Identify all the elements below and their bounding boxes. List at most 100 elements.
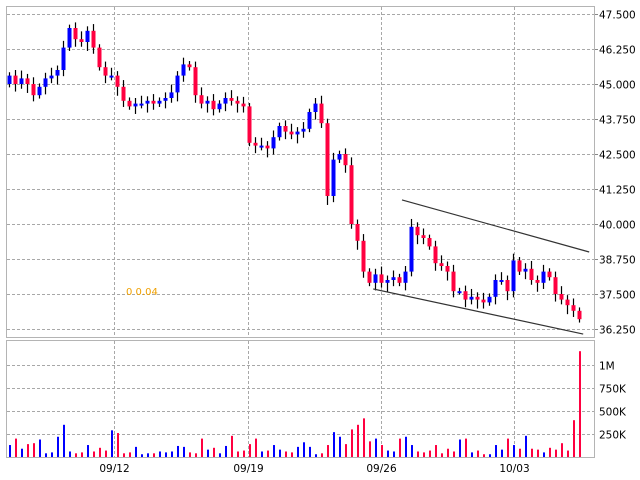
volume-bar: [411, 445, 413, 457]
volume-bar: [303, 442, 305, 457]
volume-bar: [213, 447, 215, 457]
candle-body: [331, 159, 336, 196]
volume-bars: [9, 351, 581, 457]
volume-bar: [279, 449, 281, 457]
volume-bar: [147, 453, 149, 457]
volume-bar: [573, 420, 575, 457]
volume-bar: [255, 438, 257, 457]
volume-bar: [543, 452, 545, 457]
volume-bar: [399, 438, 401, 457]
candle-body: [373, 274, 378, 283]
volume-tick-label: 500K: [599, 407, 627, 419]
volume-bar: [231, 435, 233, 457]
candle-body: [37, 86, 42, 96]
volume-bar: [513, 445, 515, 457]
volume-bar: [381, 445, 383, 457]
candle-body: [577, 310, 582, 320]
volume-bar: [417, 451, 419, 457]
volume-bar: [111, 430, 113, 457]
volume-bar: [435, 445, 437, 457]
candle-body: [397, 277, 402, 283]
volume-bar: [135, 446, 137, 457]
candle-body: [541, 271, 546, 283]
candle-body: [439, 263, 444, 266]
candle-body: [193, 67, 198, 96]
volume-bar: [201, 438, 203, 457]
volume-bar: [495, 445, 497, 457]
volume-bar: [291, 452, 293, 457]
candle-body: [319, 103, 324, 124]
candle-body: [73, 28, 78, 40]
volume-bar: [129, 452, 131, 457]
date-label: 09/26: [366, 463, 397, 475]
candle-body: [259, 145, 264, 148]
candle-body: [115, 75, 120, 87]
trendline-lower: [373, 288, 584, 335]
volume-bar: [117, 433, 119, 457]
candle-body: [433, 246, 438, 264]
volume-bar: [477, 450, 479, 457]
volume-bar: [243, 450, 245, 457]
candle-body: [247, 106, 252, 143]
candle-body: [43, 78, 48, 87]
volume-bar: [321, 453, 323, 457]
volume-bar: [363, 418, 365, 457]
candle-body: [379, 274, 384, 283]
candle-body: [553, 277, 558, 294]
volume-bar: [225, 445, 227, 457]
volume-bar: [261, 451, 263, 457]
volume-bar: [237, 451, 239, 457]
volume-bar: [483, 454, 485, 457]
candle-body: [409, 226, 414, 272]
candle-body: [223, 98, 228, 104]
candle-body: [145, 100, 150, 104]
candle-body: [163, 98, 168, 101]
candle-body: [49, 75, 54, 79]
volume-bar: [549, 447, 551, 457]
candle-body: [97, 47, 102, 68]
candle-body: [325, 123, 330, 196]
candle-body: [523, 268, 528, 272]
candle-body: [103, 67, 108, 76]
volume-bar: [141, 454, 143, 457]
volume-bar: [393, 451, 395, 457]
candle-body: [427, 238, 432, 247]
candle-body: [517, 260, 522, 272]
candle-body: [487, 296, 492, 303]
candle-body: [535, 280, 540, 283]
candle-body: [151, 100, 156, 104]
price-tick-label: 37.500: [599, 290, 636, 302]
candle-body: [349, 165, 354, 224]
candle-body: [511, 260, 516, 292]
volume-bar: [21, 448, 23, 457]
candle-body: [265, 145, 270, 149]
candle-body: [421, 235, 426, 238]
candle-body: [457, 291, 462, 294]
price-tick-label: 43.750: [599, 115, 636, 127]
candle-body: [91, 30, 96, 48]
candle-body: [217, 103, 222, 110]
volume-bar: [267, 450, 269, 457]
candle-body: [55, 70, 60, 76]
candle-body: [235, 100, 240, 104]
volume-bar: [219, 453, 221, 457]
candle-body: [79, 39, 84, 42]
price-tick-label: 45.000: [599, 80, 636, 92]
candle-body: [307, 112, 312, 129]
volume-bar: [387, 450, 389, 457]
candle-body: [361, 240, 366, 272]
volume-bar: [309, 446, 311, 457]
volume-bar: [447, 448, 449, 457]
candle-body: [475, 296, 480, 300]
candle-body: [13, 75, 18, 84]
candles: [7, 22, 582, 323]
volume-bar: [555, 449, 557, 457]
volume-bar: [69, 451, 71, 457]
volume-bar: [531, 448, 533, 457]
volume-bar: [369, 441, 371, 457]
candle-body: [499, 280, 504, 282]
date-label: 09/19: [233, 463, 263, 475]
price-tick-label: 41.250: [599, 185, 636, 197]
volume-bar: [537, 449, 539, 457]
volume-bar: [453, 451, 455, 457]
